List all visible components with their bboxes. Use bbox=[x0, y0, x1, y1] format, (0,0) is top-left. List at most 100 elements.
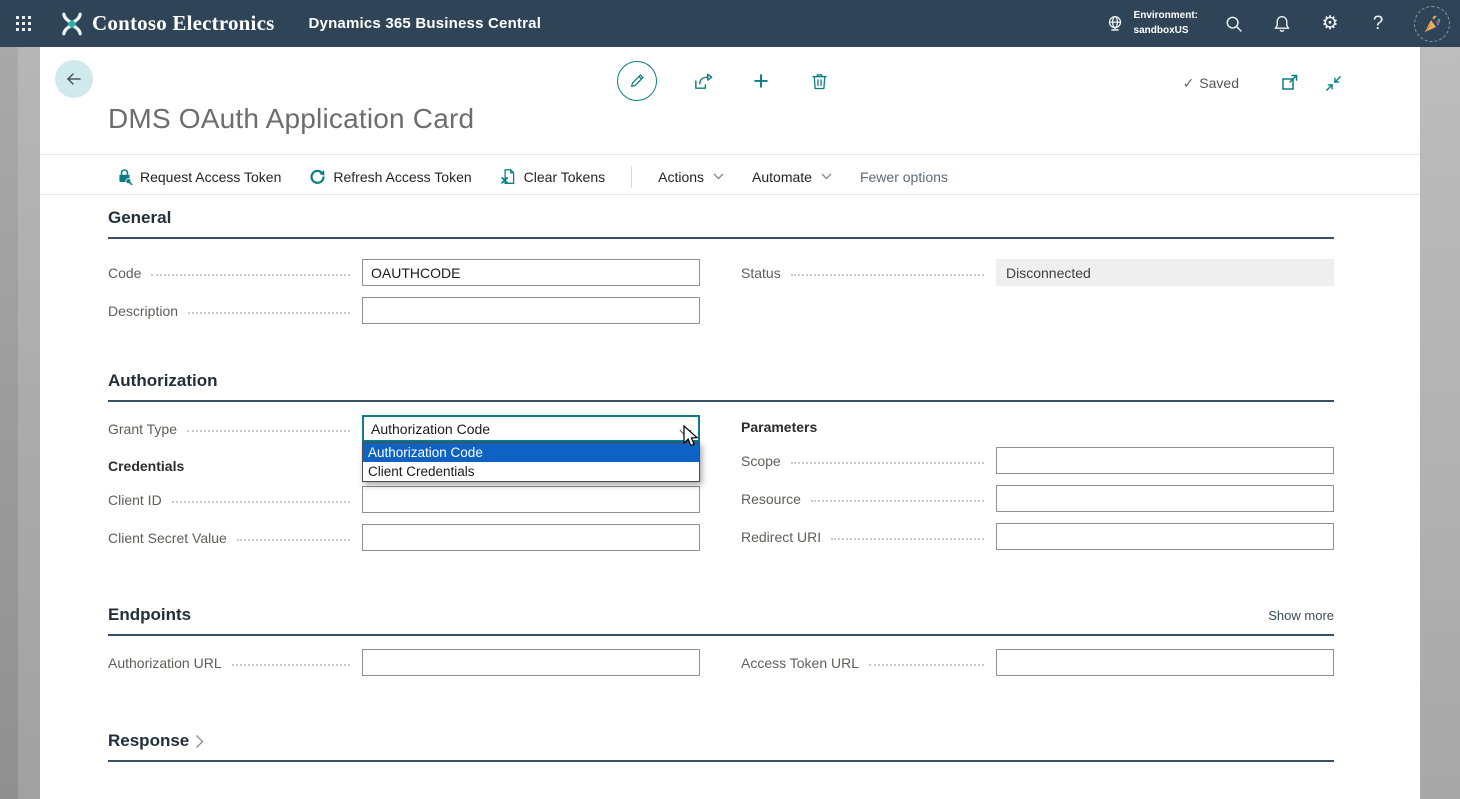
status-field-row: Status Disconnected bbox=[741, 259, 1334, 286]
fewer-options-button[interactable]: Fewer options bbox=[852, 165, 956, 189]
access-token-url-label: Access Token URL bbox=[741, 655, 859, 671]
scope-field-row: Scope bbox=[741, 447, 1334, 474]
account-avatar[interactable] bbox=[1414, 6, 1450, 42]
brand-name: Contoso Electronics bbox=[92, 11, 275, 36]
dotted-leader bbox=[831, 528, 984, 540]
share-icon bbox=[692, 70, 715, 93]
request-access-token-button[interactable]: Request Access Token bbox=[108, 164, 289, 189]
settings-button[interactable]: ⚙ bbox=[1318, 12, 1342, 36]
actions-menu-button[interactable]: Actions bbox=[650, 165, 732, 189]
search-button[interactable] bbox=[1222, 12, 1246, 36]
app-title: Dynamics 365 Business Central bbox=[309, 15, 542, 32]
grant-type-label: Grant Type bbox=[108, 421, 177, 437]
page-title: DMS OAuth Application Card bbox=[108, 103, 474, 135]
clear-tokens-button[interactable]: Clear Tokens bbox=[492, 164, 613, 189]
general-section-heading[interactable]: General bbox=[108, 208, 1334, 239]
help-button[interactable]: ? bbox=[1366, 12, 1390, 36]
delete-button[interactable] bbox=[807, 69, 831, 93]
request-access-token-label: Request Access Token bbox=[140, 169, 281, 185]
chevron-down-icon[interactable] bbox=[679, 425, 692, 443]
open-in-new-window-button[interactable] bbox=[1278, 71, 1302, 95]
dotted-leader bbox=[232, 654, 350, 666]
oauth-application-card: + ✓ Saved bbox=[40, 47, 1420, 799]
screen: Contoso Electronics Dynamics 365 Busines… bbox=[0, 0, 1460, 799]
checkmark-icon: ✓ bbox=[1183, 75, 1195, 92]
saved-label: Saved bbox=[1199, 75, 1239, 91]
client-id-field-row: Client ID bbox=[108, 486, 700, 513]
access-token-url-input[interactable] bbox=[996, 649, 1334, 676]
dropdown-option-client-credentials[interactable]: Client Credentials bbox=[363, 462, 699, 481]
authorization-url-input[interactable] bbox=[362, 649, 700, 676]
scope-input[interactable] bbox=[996, 447, 1334, 474]
saved-indicator: ✓ Saved bbox=[1183, 75, 1239, 92]
collapse-button[interactable] bbox=[1321, 71, 1345, 95]
general-row-2: Description bbox=[108, 297, 1334, 324]
grant-type-field-row: Grant Type Authorization Code bbox=[108, 415, 700, 442]
credentials-group-label: Credentials bbox=[108, 458, 184, 474]
dropdown-option-authorization-code[interactable]: Authorization Code bbox=[363, 443, 699, 462]
general-row-1: Code Status Disconnected bbox=[108, 259, 1334, 286]
save-state-area: ✓ Saved bbox=[1183, 71, 1345, 95]
brand-logo[interactable]: Contoso Electronics bbox=[59, 11, 275, 37]
share-button[interactable] bbox=[691, 69, 715, 93]
dotted-leader bbox=[188, 302, 350, 314]
document-x-icon bbox=[500, 168, 517, 185]
collapse-arrows-icon bbox=[1324, 74, 1343, 93]
automate-menu-button[interactable]: Automate bbox=[744, 165, 840, 189]
ribbon-divider-top bbox=[40, 154, 1420, 155]
resource-field-row: Resource bbox=[741, 485, 1334, 512]
status-value: Disconnected bbox=[996, 259, 1334, 286]
automate-label: Automate bbox=[752, 169, 812, 185]
lock-key-icon bbox=[116, 168, 133, 185]
dotted-leader bbox=[151, 264, 350, 276]
client-secret-field-row: Client Secret Value bbox=[108, 524, 700, 551]
dotted-leader bbox=[187, 420, 350, 432]
question-mark-icon: ? bbox=[1373, 13, 1384, 35]
new-button[interactable]: + bbox=[749, 69, 773, 93]
endpoints-section-heading[interactable]: Endpoints Show more bbox=[108, 605, 1334, 636]
client-secret-input[interactable] bbox=[362, 524, 700, 551]
authorization-url-field-row: Authorization URL bbox=[108, 649, 700, 676]
show-more-link[interactable]: Show more bbox=[1268, 608, 1334, 623]
trash-icon bbox=[809, 71, 830, 92]
authorization-section-heading[interactable]: Authorization bbox=[108, 371, 1334, 402]
grant-type-combobox[interactable]: Authorization Code bbox=[362, 415, 700, 442]
authorization-section: Authorization Grant Type Authorization C… bbox=[108, 371, 1334, 586]
redirect-uri-label: Redirect URI bbox=[741, 529, 821, 545]
redirect-uri-input[interactable] bbox=[996, 523, 1334, 550]
description-field-row: Description bbox=[108, 297, 700, 324]
code-field-row: Code bbox=[108, 259, 700, 286]
client-secret-label: Client Secret Value bbox=[108, 530, 227, 546]
arrow-left-icon bbox=[64, 69, 84, 89]
client-id-input[interactable] bbox=[362, 486, 700, 513]
dotted-leader bbox=[237, 529, 350, 541]
back-button[interactable] bbox=[55, 60, 93, 98]
edit-button[interactable] bbox=[617, 61, 657, 101]
chevron-down-icon bbox=[713, 173, 724, 180]
contoso-logo-icon bbox=[59, 11, 85, 37]
gear-icon: ⚙ bbox=[1321, 12, 1338, 35]
endpoints-section: Endpoints Show more Authorization URL Ac… bbox=[108, 605, 1334, 700]
refresh-icon bbox=[309, 168, 326, 185]
search-icon bbox=[1223, 13, 1245, 35]
resource-input[interactable] bbox=[996, 485, 1334, 512]
parameters-group-label: Parameters bbox=[741, 419, 817, 435]
top-navigation-bar: Contoso Electronics Dynamics 365 Busines… bbox=[0, 0, 1460, 47]
app-launcher-button[interactable] bbox=[0, 0, 47, 47]
refresh-access-token-button[interactable]: Refresh Access Token bbox=[301, 164, 479, 189]
resource-label: Resource bbox=[741, 491, 801, 507]
response-section-heading[interactable]: Response bbox=[108, 731, 1334, 762]
code-input[interactable] bbox=[362, 259, 700, 286]
parameters-group-label-row: Parameters bbox=[741, 419, 1334, 435]
background-strip-right bbox=[1420, 47, 1460, 799]
notifications-button[interactable] bbox=[1270, 12, 1294, 36]
authorization-url-label: Authorization URL bbox=[108, 655, 222, 671]
client-id-label: Client ID bbox=[108, 492, 162, 508]
grant-type-value: Authorization Code bbox=[371, 421, 490, 437]
environment-badge[interactable]: Environment: sandboxUS bbox=[1104, 9, 1198, 38]
open-in-new-window-icon bbox=[1280, 73, 1300, 93]
ribbon: Request Access Token Refresh Access Toke… bbox=[108, 160, 956, 193]
description-input[interactable] bbox=[362, 297, 700, 324]
clear-tokens-label: Clear Tokens bbox=[524, 169, 605, 185]
waffle-icon bbox=[16, 16, 32, 32]
